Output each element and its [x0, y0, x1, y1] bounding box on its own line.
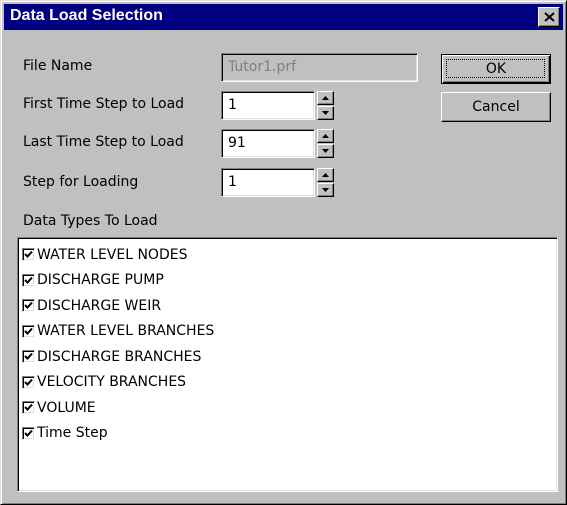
data-types-label: Data Types To Load: [23, 213, 158, 229]
close-button[interactable]: [538, 7, 560, 27]
last-step-up-button[interactable]: [317, 129, 334, 143]
last-step-down-button[interactable]: [317, 144, 334, 158]
checkbox[interactable]: [22, 426, 35, 440]
data-type-item[interactable]: Time Step: [22, 421, 557, 447]
window-title: Data Load Selection: [10, 7, 163, 24]
checkbox[interactable]: [22, 248, 35, 262]
first-time-step-label: First Time Step to Load: [23, 96, 185, 112]
arrow-up-icon: [322, 96, 329, 100]
data-load-selection-dialog: Data Load Selection File Name Tutor1.prf…: [0, 0, 567, 505]
data-type-label: WATER LEVEL BRANCHES: [37, 323, 215, 340]
data-type-item[interactable]: DISCHARGE BRANCHES: [22, 344, 557, 370]
data-type-item[interactable]: WATER LEVEL NODES: [22, 242, 557, 268]
checkbox[interactable]: [22, 375, 35, 389]
data-type-label: DISCHARGE WEIR: [37, 297, 162, 314]
checkmark-icon: [24, 276, 33, 284]
arrow-down-icon: [322, 188, 329, 192]
checkmark-icon: [24, 378, 33, 386]
step-for-loading-input[interactable]: 1: [221, 168, 315, 197]
last-time-step-input[interactable]: 91: [221, 129, 315, 158]
cancel-button[interactable]: Cancel: [441, 92, 551, 122]
ok-button-label: OK: [485, 61, 507, 77]
step-for-loading-label: Step for Loading: [23, 174, 139, 190]
step-loading-down-button[interactable]: [317, 183, 334, 197]
data-type-item[interactable]: VOLUME: [22, 395, 557, 421]
checkmark-icon: [24, 353, 33, 361]
data-type-item[interactable]: DISCHARGE WEIR: [22, 293, 557, 319]
checkmark-icon: [24, 404, 33, 412]
arrow-down-icon: [322, 149, 329, 153]
arrow-up-icon: [322, 173, 329, 177]
data-type-label: DISCHARGE PUMP: [37, 272, 164, 289]
data-type-label: VELOCITY BRANCHES: [37, 374, 187, 391]
last-time-step-label: Last Time Step to Load: [23, 134, 184, 150]
checkbox[interactable]: [22, 350, 35, 364]
data-type-label: WATER LEVEL NODES: [37, 246, 188, 263]
data-type-label: DISCHARGE BRANCHES: [37, 348, 202, 365]
data-types-list: WATER LEVEL NODES DISCHARGE PUMP DISCHARGE…: [22, 242, 557, 446]
checkbox[interactable]: [22, 273, 35, 287]
first-time-step-spinner: [317, 91, 334, 120]
data-types-listbox[interactable]: WATER LEVEL NODES DISCHARGE PUMP DISCHARGE…: [17, 237, 558, 492]
title-bar: Data Load Selection: [4, 4, 563, 30]
data-type-item[interactable]: WATER LEVEL BRANCHES: [22, 319, 557, 345]
arrow-down-icon: [322, 111, 329, 115]
arrow-up-icon: [322, 134, 329, 138]
cancel-button-label: Cancel: [472, 99, 520, 115]
checkbox[interactable]: [22, 299, 35, 313]
step-loading-up-button[interactable]: [317, 168, 334, 182]
first-time-step-input[interactable]: 1: [221, 91, 315, 120]
file-name-label: File Name: [23, 58, 93, 74]
ok-button[interactable]: OK: [441, 54, 551, 84]
data-type-label: Time Step: [37, 425, 108, 442]
data-type-label: VOLUME: [37, 399, 96, 416]
checkmark-icon: [24, 251, 33, 259]
data-type-item[interactable]: VELOCITY BRANCHES: [22, 370, 557, 396]
checkmark-icon: [24, 327, 33, 335]
checkmark-icon: [24, 429, 33, 437]
file-name-field: Tutor1.prf: [221, 53, 418, 82]
checkmark-icon: [24, 302, 33, 310]
checkbox[interactable]: [22, 324, 35, 338]
checkbox[interactable]: [22, 401, 35, 415]
step-for-loading-spinner: [317, 168, 334, 197]
close-icon: [544, 12, 555, 22]
data-type-item[interactable]: DISCHARGE PUMP: [22, 268, 557, 294]
last-time-step-spinner: [317, 129, 334, 158]
first-step-up-button[interactable]: [317, 91, 334, 105]
first-step-down-button[interactable]: [317, 106, 334, 120]
